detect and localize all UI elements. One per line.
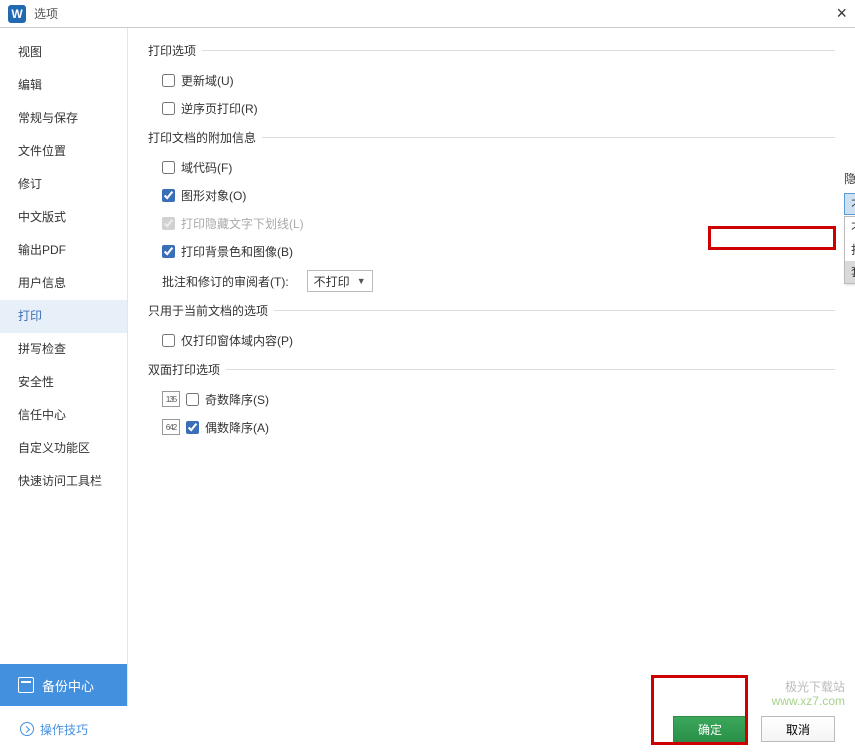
sidebar-item-view[interactable]: 视图 (0, 36, 127, 69)
checkbox-hidden-underline: 打印隐藏文字下划线(L) (162, 215, 304, 232)
hidden-text-label: 隐藏文字(I): (844, 170, 855, 187)
reviewer-select[interactable]: 不打印 ▼ (307, 270, 373, 292)
checkbox-update-fields-label: 更新域(U) (181, 72, 234, 89)
content-panel: 打印选项 更新域(U) 逆序页打印(R) 打印文档的附加信息 域代码(F) (128, 28, 855, 706)
sidebar-item-print[interactable]: 打印 (0, 300, 127, 333)
checkbox-hidden-underline-input (162, 217, 175, 230)
checkbox-form-only-label: 仅打印窗体域内容(P) (181, 332, 293, 349)
sidebar-item-edit[interactable]: 编辑 (0, 69, 127, 102)
checkbox-hidden-underline-label: 打印隐藏文字下划线(L) (181, 215, 304, 232)
checkbox-even-desc-input[interactable] (186, 421, 199, 434)
checkbox-odd-desc-input[interactable] (186, 393, 199, 406)
sidebar-item-trust-center[interactable]: 信任中心 (0, 399, 127, 432)
cancel-button[interactable]: 取消 (761, 716, 835, 742)
checkbox-reverse-pages-label: 逆序页打印(R) (181, 100, 258, 117)
window-title: 选项 (34, 5, 58, 22)
hidden-text-option-0[interactable]: 不打印隐藏文字 (845, 217, 855, 239)
sidebar-item-spellcheck[interactable]: 拼写检查 (0, 333, 127, 366)
tips-link[interactable]: 操作技巧 (20, 721, 88, 738)
checkbox-field-codes[interactable]: 域代码(F) (162, 159, 232, 176)
hidden-text-dropdown: 不打印隐藏文字 打印隐藏文字 套打隐藏文字 (844, 216, 855, 284)
close-icon[interactable]: × (836, 3, 847, 24)
group-duplex: 双面打印选项 (148, 361, 835, 378)
info-icon (20, 722, 34, 736)
dialog-footer: 操作技巧 确定 取消 (0, 706, 855, 752)
chevron-down-icon: ▼ (357, 276, 366, 286)
checkbox-background[interactable]: 打印背景色和图像(B) (162, 243, 293, 260)
checkbox-odd-desc-label: 奇数降序(S) (205, 391, 269, 408)
checkbox-even-desc-label: 偶数降序(A) (205, 419, 269, 436)
sidebar-item-security[interactable]: 安全性 (0, 366, 127, 399)
ok-button[interactable]: 确定 (673, 716, 747, 742)
checkbox-even-desc[interactable]: 偶数降序(A) (186, 419, 269, 436)
group-current-doc: 只用于当前文档的选项 (148, 302, 835, 319)
checkbox-background-label: 打印背景色和图像(B) (181, 243, 293, 260)
checkbox-background-input[interactable] (162, 245, 175, 258)
checkbox-reverse-pages[interactable]: 逆序页打印(R) (162, 100, 258, 117)
sidebar-item-cjk-layout[interactable]: 中文版式 (0, 201, 127, 234)
backup-center-label: 备份中心 (42, 676, 94, 695)
checkbox-drawing-objects-label: 图形对象(O) (181, 187, 246, 204)
checkbox-form-only[interactable]: 仅打印窗体域内容(P) (162, 332, 293, 349)
tips-label: 操作技巧 (40, 721, 88, 738)
checkbox-update-fields-input[interactable] (162, 74, 175, 87)
sidebar-item-file-locations[interactable]: 文件位置 (0, 135, 127, 168)
reviewer-label: 批注和修订的审阅者(T): (162, 273, 289, 290)
title-bar: W 选项 × (0, 0, 855, 28)
group-print-options: 打印选项 (148, 42, 835, 59)
hidden-text-option-2[interactable]: 套打隐藏文字 (845, 261, 855, 283)
backup-icon (18, 677, 34, 693)
checkbox-drawing-objects[interactable]: 图形对象(O) (162, 187, 246, 204)
sidebar-item-quick-access[interactable]: 快速访问工具栏 (0, 465, 127, 498)
sidebar-item-general-save[interactable]: 常规与保存 (0, 102, 127, 135)
sidebar-item-output-pdf[interactable]: 输出PDF (0, 234, 127, 267)
reviewer-select-value: 不打印 (314, 273, 350, 290)
backup-center-button[interactable]: 备份中心 (0, 664, 127, 706)
sidebar-item-revision[interactable]: 修订 (0, 168, 127, 201)
hidden-text-select[interactable]: 不打印隐藏文字 ▼ (844, 193, 855, 215)
app-icon: W (8, 5, 26, 23)
sidebar-item-custom-ribbon[interactable]: 自定义功能区 (0, 432, 127, 465)
checkbox-form-only-input[interactable] (162, 334, 175, 347)
group-additional-info: 打印文档的附加信息 (148, 129, 835, 146)
checkbox-field-codes-input[interactable] (162, 161, 175, 174)
hidden-text-option-1[interactable]: 打印隐藏文字 (845, 239, 855, 261)
sidebar: 视图 编辑 常规与保存 文件位置 修订 中文版式 输出PDF 用户信息 打印 拼… (0, 28, 128, 706)
hidden-text-select-value: 不打印隐藏文字 (851, 196, 855, 213)
checkbox-odd-desc[interactable]: 奇数降序(S) (186, 391, 269, 408)
odd-pages-icon: 135 (162, 391, 180, 407)
checkbox-drawing-objects-input[interactable] (162, 189, 175, 202)
sidebar-item-user-info[interactable]: 用户信息 (0, 267, 127, 300)
checkbox-reverse-pages-input[interactable] (162, 102, 175, 115)
even-pages-icon: 642 (162, 419, 180, 435)
checkbox-update-fields[interactable]: 更新域(U) (162, 72, 234, 89)
checkbox-field-codes-label: 域代码(F) (181, 159, 232, 176)
hidden-text-column: 隐藏文字(I): 不打印隐藏文字 ▼ 不打印隐藏文字 打印隐藏文字 套打隐藏文字 (844, 170, 855, 284)
